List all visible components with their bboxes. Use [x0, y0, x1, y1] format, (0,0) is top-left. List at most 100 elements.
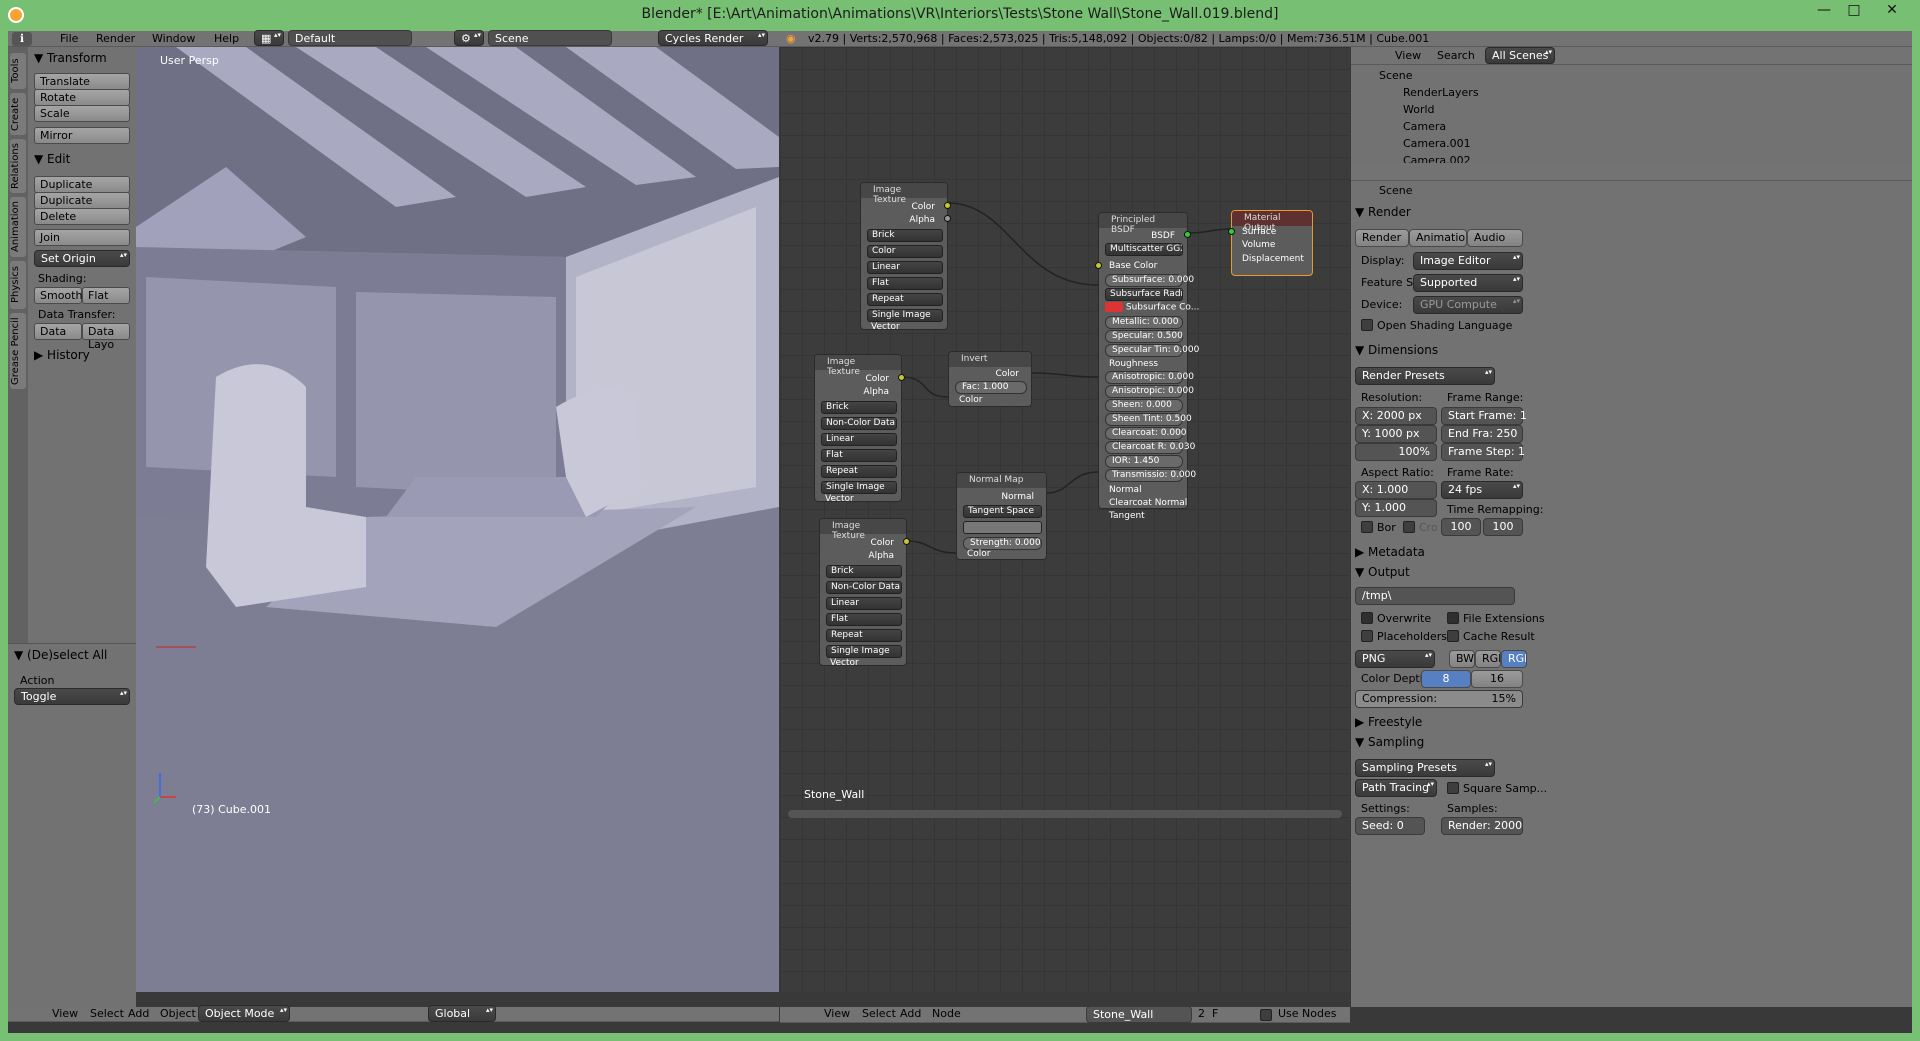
- source-select[interactable]: Single Image: [826, 645, 902, 658]
- layout-name-field[interactable]: Default: [288, 30, 412, 46]
- transmission-field[interactable]: Transmissio: 0.000: [1105, 469, 1196, 482]
- tab-grease-pencil[interactable]: Grease Pencil: [10, 313, 26, 389]
- viewport-menu-add[interactable]: Add: [128, 1007, 149, 1020]
- depth-16-button[interactable]: 16: [1471, 670, 1523, 688]
- display-select[interactable]: Image Editor: [1413, 252, 1523, 270]
- image-texture-node-1[interactable]: Image Texture Color Alpha Brick Color Li…: [860, 182, 951, 332]
- specular-tint-field[interactable]: Specular Tin: 0.000: [1105, 344, 1199, 357]
- use-nodes-checkbox[interactable]: [1260, 1009, 1272, 1021]
- sheen-tint-field[interactable]: Sheen Tint: 0.500: [1105, 413, 1192, 426]
- layout-icon[interactable]: ▦: [254, 30, 284, 46]
- node-menu-select[interactable]: Select: [862, 1007, 896, 1020]
- end-frame-field[interactable]: End Fra: 250: [1441, 425, 1523, 443]
- edit-panel-header[interactable]: ▼ Edit: [34, 152, 70, 166]
- clearcoat-roughness-field[interactable]: Clearcoat R: 0.030: [1105, 441, 1195, 454]
- fake-user-button[interactable]: F: [1212, 1007, 1218, 1020]
- image-datablock[interactable]: Brick: [867, 229, 943, 242]
- source-select[interactable]: Single Image: [867, 309, 943, 322]
- projection-select[interactable]: Flat: [821, 449, 897, 462]
- freestyle-panel-header[interactable]: ▶ Freestyle: [1355, 715, 1422, 729]
- close-button[interactable]: ✕: [1880, 2, 1904, 24]
- tab-physics[interactable]: Physics: [10, 261, 26, 309]
- scene-icon[interactable]: ⚙: [454, 30, 484, 46]
- join-button[interactable]: Join: [34, 229, 130, 246]
- extension-select[interactable]: Repeat: [821, 465, 897, 478]
- projection-select[interactable]: Flat: [826, 613, 902, 626]
- audio-button[interactable]: Audio: [1467, 229, 1523, 247]
- principled-bsdf-node[interactable]: Principled BSDF BSDF Multiscatter GGX Ba…: [1095, 212, 1199, 521]
- output-path-field[interactable]: /tmp\: [1355, 587, 1515, 605]
- duplicate-button[interactable]: Duplicate: [34, 176, 130, 193]
- cache-result-checkbox[interactable]: [1447, 630, 1459, 642]
- tab-tools[interactable]: Tools: [10, 53, 26, 89]
- history-panel-header[interactable]: ▶ History: [34, 348, 90, 362]
- resolution-percent-field[interactable]: 100%: [1355, 443, 1437, 461]
- sheen-field[interactable]: Sheen: 0.000: [1105, 399, 1183, 412]
- extension-select[interactable]: Repeat: [826, 629, 902, 642]
- color-socket[interactable]: [944, 202, 951, 209]
- outliner-world[interactable]: World: [1403, 103, 1435, 116]
- rotate-button[interactable]: Rotate: [34, 89, 130, 106]
- horizontal-scrollbar[interactable]: [788, 810, 1342, 818]
- viewport-menu-view[interactable]: View: [52, 1007, 78, 1020]
- metallic-field[interactable]: Metallic: 0.000: [1105, 316, 1183, 329]
- render-engine-select[interactable]: Cycles Render: [658, 30, 768, 46]
- square-samples-checkbox[interactable]: [1447, 782, 1459, 794]
- users-count[interactable]: 2: [1198, 1007, 1205, 1020]
- outliner-renderlayers[interactable]: RenderLayers: [1403, 86, 1479, 99]
- image-datablock[interactable]: Brick: [826, 565, 902, 578]
- uv-map-field[interactable]: [963, 521, 1042, 534]
- sampling-presets-select[interactable]: Sampling Presets: [1355, 759, 1495, 777]
- deselect-all-header[interactable]: ▼ (De)select All: [14, 648, 107, 662]
- viewport-menu-select[interactable]: Select: [90, 1007, 124, 1020]
- material-field[interactable]: Stone_Wall: [1086, 1006, 1192, 1023]
- clearcoat-field[interactable]: Clearcoat: 0.000: [1105, 427, 1187, 440]
- node-menu-view[interactable]: View: [824, 1007, 850, 1020]
- file-extensions-checkbox[interactable]: [1447, 612, 1459, 624]
- ior-field[interactable]: IOR: 1.450: [1105, 455, 1183, 468]
- aspect-y-field[interactable]: Y: 1.000: [1355, 499, 1437, 517]
- scale-button[interactable]: Scale: [34, 105, 130, 122]
- start-frame-field[interactable]: Start Frame: 1: [1441, 407, 1527, 425]
- delete-button[interactable]: Delete: [34, 208, 130, 225]
- feature-set-select[interactable]: Supported: [1413, 274, 1523, 292]
- tab-animation[interactable]: Animation: [10, 197, 26, 257]
- translate-button[interactable]: Translate: [34, 73, 130, 90]
- data-button[interactable]: Data: [34, 323, 82, 340]
- outliner-camera[interactable]: Camera: [1403, 120, 1446, 133]
- colorspace-select[interactable]: Non-Color Data: [826, 581, 902, 594]
- menu-window[interactable]: Window: [152, 32, 195, 45]
- rgb-button[interactable]: RGB: [1475, 650, 1501, 668]
- border-checkbox[interactable]: [1361, 521, 1373, 533]
- remap-old-field[interactable]: 100: [1441, 518, 1481, 536]
- depth-8-button[interactable]: 8: [1421, 670, 1471, 688]
- node-editor[interactable]: Image Texture Color Alpha Brick Color Li…: [780, 47, 1350, 992]
- outliner-camera-001[interactable]: Camera.001: [1403, 137, 1471, 150]
- viewport-menu-object[interactable]: Object: [160, 1007, 196, 1020]
- menu-file[interactable]: File: [60, 32, 78, 45]
- maximize-button[interactable]: □: [1842, 2, 1866, 24]
- fac-field[interactable]: Fac: 1.000: [955, 381, 1027, 394]
- tab-create[interactable]: Create: [10, 93, 26, 135]
- surface-socket[interactable]: [1228, 228, 1235, 235]
- data-layout-button[interactable]: Data Layo: [82, 323, 130, 351]
- interpolation-select[interactable]: Linear: [867, 261, 943, 274]
- colorspace-select[interactable]: Non-Color Data: [821, 417, 897, 430]
- outliner-menu-search[interactable]: Search: [1437, 49, 1475, 62]
- resolution-x-field[interactable]: X: 2000 px: [1355, 407, 1437, 425]
- outliner-menu-view[interactable]: View: [1395, 49, 1421, 62]
- set-origin-select[interactable]: Set Origin: [34, 250, 130, 267]
- base-color-socket[interactable]: [1095, 262, 1102, 269]
- frame-step-field[interactable]: Frame Step: 1: [1441, 443, 1525, 461]
- anisotropic-rotation-field[interactable]: Anisotropic: 0.000: [1105, 385, 1194, 398]
- projection-select[interactable]: Flat: [867, 277, 943, 290]
- extension-select[interactable]: Repeat: [867, 293, 943, 306]
- seed-field[interactable]: Seed: 0: [1355, 817, 1425, 835]
- action-select[interactable]: Toggle: [14, 688, 130, 705]
- color-socket[interactable]: [903, 538, 910, 545]
- compression-slider[interactable]: Compression: 15%: [1355, 690, 1523, 708]
- invert-node[interactable]: Invert Color Fac: 1.000 Color: [948, 351, 1032, 407]
- space-select[interactable]: Tangent Space: [963, 505, 1042, 518]
- tab-relations[interactable]: Relations: [10, 139, 26, 193]
- image-texture-node-3[interactable]: Image Texture Color Alpha Brick Non-Colo…: [819, 518, 910, 668]
